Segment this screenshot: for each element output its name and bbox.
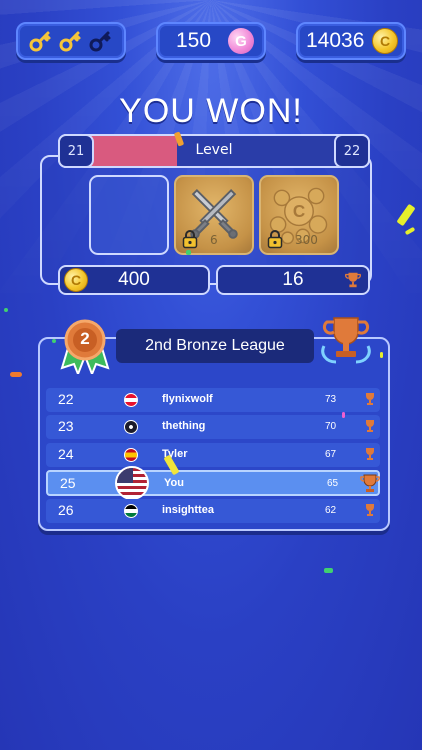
lock-icon [182,230,198,249]
coin-icon: C [64,268,88,292]
gem-icon: G [228,28,254,54]
row-player-name: thething [162,420,206,432]
level-progress-bar: Level [58,134,370,168]
leaderboard-row[interactable]: 22 flynixwolf 73 [46,388,380,412]
gems-counter[interactable]: 150 G [156,22,266,60]
confetti-piece [52,339,56,343]
next-level: 22 [334,134,370,168]
row-score: 65 [327,478,339,489]
earned-trophies-amount: 16 [282,269,304,290]
trophy-icon [366,448,374,460]
row-player-name: flynixwolf [162,393,213,405]
result-title: YOU WON! [119,92,303,130]
row-rank: 25 [60,475,76,491]
leaderboard-row-you[interactable]: 25 You 65 [46,470,380,496]
row-rank: 23 [58,418,74,434]
svg-text:C: C [293,202,305,221]
dark-key-icon [89,31,111,52]
austria-flag-icon [124,393,138,407]
row-rank: 24 [58,446,74,462]
trophy-icon [345,272,361,288]
swords-count: 6 [210,233,218,247]
usa-flag-icon [115,466,149,500]
leaderboard-row[interactable]: 24 Tyler 67 [46,443,380,467]
league-rank-badge: 2 [80,329,90,348]
gems-amount: 150 [176,29,212,52]
row-player-name: insighttea [162,504,214,516]
row-score: 62 [325,505,337,516]
row-score: 73 [325,394,337,405]
coin-icon: C [372,28,398,54]
gold-key-icon [59,31,81,52]
coins-amount: 14036 [306,29,365,52]
league-name: 2nd Bronze League [116,329,314,363]
current-level: 21 [58,134,94,168]
row-score: 70 [325,421,337,432]
confetti-piece [4,308,8,312]
reward-slot-coins[interactable]: C 300 [259,175,339,255]
leaderboard-row[interactable]: 26 insighttea 62 [46,499,380,523]
row-score: 67 [325,449,337,460]
trophy-icon [360,474,380,492]
confetti-piece [10,372,22,377]
level-label: Level [195,142,233,158]
row-player-name: You [164,477,184,489]
coins-counter[interactable]: 14036 C [296,22,406,60]
lock-icon [267,230,283,249]
trophy-icon [366,504,374,516]
reward-slot-swords[interactable]: 6 [174,175,254,255]
leaderboard-row[interactable]: 23 thething 70 [46,415,380,439]
league-trophy-icon [321,317,371,364]
confetti-piece [186,250,191,255]
row-rank: 22 [58,391,74,407]
row-rank: 26 [58,502,74,518]
reward-slot-empty [89,175,169,255]
gold-key-icon [29,31,51,52]
keys-counter [16,22,126,60]
earned-trophies: 16 [216,265,370,295]
confetti-piece [342,412,345,418]
trophy-icon [366,393,374,405]
pirate-flag-icon [124,420,138,434]
earned-coins-amount: 400 [118,269,150,290]
confetti-piece [380,352,383,358]
trophy-icon [366,420,374,432]
earned-coins: C 400 [58,265,210,295]
spain-flag-icon [124,448,138,462]
coin-reward-count: 300 [295,233,318,247]
confetti-piece [324,568,333,573]
jordan-flag-icon [124,504,138,518]
